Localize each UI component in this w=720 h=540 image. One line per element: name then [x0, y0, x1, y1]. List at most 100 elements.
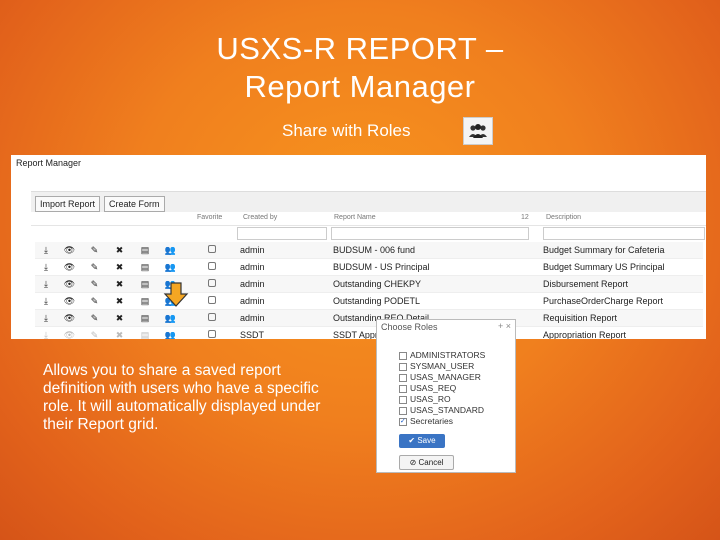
table-row: ⤓ 👁 ✎ ✖ ▤ 👥 admin BUDSUM - 006 fund Budget Summa…: [35, 242, 703, 259]
role-option[interactable]: SYSMAN_USER: [399, 361, 485, 372]
delete-icon[interactable]: ✖: [107, 296, 132, 307]
dialog-controls[interactable]: + ×: [498, 321, 511, 331]
role-label: USAS_RO: [410, 394, 451, 404]
role-label: SYSMAN_USER: [410, 361, 475, 371]
table-row: ⤓👁✎✖▤👥adminOutstanding CHEKPYDisbursemen…: [35, 275, 703, 293]
share-roles-icon[interactable]: 👥: [158, 245, 183, 256]
share-roles-icon: [463, 117, 493, 145]
cancel-button[interactable]: ⊘ Cancel: [399, 455, 454, 470]
cell-created-by: admin: [240, 309, 333, 327]
save-label: Save: [417, 436, 436, 445]
role-option[interactable]: USAS_STANDARD: [399, 405, 485, 416]
share-roles-icon[interactable]: 👥: [158, 330, 183, 340]
view-icon[interactable]: 👁: [57, 245, 82, 256]
save-check-icon: ✔: [408, 436, 418, 445]
delete-icon[interactable]: ✖: [107, 245, 132, 256]
document-icon[interactable]: ▤: [132, 262, 158, 273]
role-checkbox[interactable]: [399, 362, 407, 371]
favorite-checkbox[interactable]: [207, 262, 216, 270]
header-favorite[interactable]: Favorite: [197, 214, 222, 221]
cell-description: Disbursement Report: [543, 275, 703, 293]
document-icon[interactable]: ▤: [132, 245, 158, 256]
role-label: USAS_REQ: [410, 383, 457, 393]
document-icon[interactable]: ▤: [132, 296, 158, 307]
header-created-by[interactable]: Created by: [243, 214, 277, 221]
share-roles-icon[interactable]: 👥: [158, 313, 183, 324]
view-icon[interactable]: 👁: [57, 313, 82, 324]
save-button[interactable]: ✔ Save: [399, 434, 445, 448]
cell-description: Budget Summary US Principal: [543, 258, 703, 276]
favorite-checkbox[interactable]: [207, 296, 216, 304]
cell-description: Requisition Report: [543, 309, 703, 327]
import-report-button[interactable]: Import Report: [35, 196, 101, 212]
download-icon[interactable]: ⤓: [35, 296, 57, 307]
table-row: ⤓ 👁 ✎ ✖ ▤ 👥 admin BUDSUM - US Principal Budget S…: [35, 258, 703, 276]
favorite-checkbox[interactable]: [207, 330, 216, 338]
description-filter[interactable]: [543, 227, 705, 240]
slide-title-line1: USXS-R REPORT –: [216, 31, 504, 66]
cell-description: PurchaseOrderCharge Report: [543, 292, 703, 310]
delete-icon[interactable]: ✖: [107, 313, 132, 324]
edit-icon[interactable]: ✎: [82, 279, 107, 290]
created-by-filter[interactable]: [237, 227, 327, 240]
grid-header: Favorite Created by Report Name 12 Descr…: [31, 211, 706, 226]
delete-icon[interactable]: ✖: [107, 330, 132, 340]
favorite-checkbox[interactable]: [207, 245, 216, 253]
slide-title-line2: Report Manager: [244, 69, 476, 104]
favorite-checkbox[interactable]: [207, 313, 216, 321]
report-name-filter[interactable]: [331, 227, 529, 240]
cell-report-name: Outstanding CHEKPY: [333, 275, 543, 293]
role-label: USAS_STANDARD: [410, 405, 484, 415]
edit-icon[interactable]: ✎: [82, 262, 107, 273]
role-checkbox[interactable]: ✓: [399, 417, 407, 426]
table-row: ⤓ 👁 ✎ ✖ ▤ 👥 admin Outstanding REQ Detail Requisi…: [35, 309, 703, 327]
cell-created-by: admin: [240, 242, 333, 259]
cell-created-by: admin: [240, 258, 333, 276]
create-form-button[interactable]: Create Form: [104, 196, 165, 212]
download-icon[interactable]: ⤓: [35, 313, 57, 324]
view-icon[interactable]: 👁: [57, 262, 82, 273]
edit-icon[interactable]: ✎: [82, 245, 107, 256]
report-grid: ⤓ 👁 ✎ ✖ ▤ 👥 admin BUDSUM - 006 fund Budget Summa…: [35, 242, 703, 339]
download-icon[interactable]: ⤓: [35, 279, 57, 290]
delete-icon[interactable]: ✖: [107, 262, 132, 273]
role-checkbox[interactable]: [399, 395, 407, 404]
share-roles-icon[interactable]: 👥: [158, 262, 183, 273]
role-option[interactable]: ADMINISTRATORS: [399, 350, 485, 361]
delete-icon[interactable]: ✖: [107, 279, 132, 290]
favorite-checkbox[interactable]: [207, 279, 216, 287]
role-option[interactable]: USAS_REQ: [399, 383, 485, 394]
role-checkbox[interactable]: [399, 373, 407, 382]
view-icon[interactable]: 👁: [57, 279, 82, 290]
edit-icon[interactable]: ✎: [82, 330, 107, 340]
filter-row: [31, 225, 706, 241]
role-checkbox[interactable]: [399, 384, 407, 393]
document-icon[interactable]: ▤: [132, 313, 158, 324]
report-manager-screenshot: Report Manager Import Report Create Form…: [11, 155, 706, 339]
down-arrow-icon: [163, 282, 189, 307]
cancel-label: Cancel: [418, 458, 444, 467]
table-row: ⤓ 👁 ✎ ✖ ▤ 👥 SSDT SSDT Appr Appropriation Report: [35, 326, 703, 340]
document-icon[interactable]: ▤: [132, 279, 158, 290]
role-checkbox[interactable]: [399, 351, 407, 360]
download-icon[interactable]: ⤓: [35, 245, 57, 256]
role-option[interactable]: USAS_MANAGER: [399, 372, 485, 383]
download-icon[interactable]: ⤓: [35, 330, 57, 340]
edit-icon[interactable]: ✎: [82, 296, 107, 307]
role-checkbox[interactable]: [399, 406, 407, 415]
download-icon[interactable]: ⤓: [35, 262, 57, 273]
cell-report-name: BUDSUM - US Principal: [333, 258, 543, 276]
cell-created-by: admin: [240, 275, 333, 293]
slide-subtitle: Share with Roles: [282, 121, 411, 140]
choose-roles-title: Choose Roles: [381, 322, 438, 332]
role-label: ADMINISTRATORS: [410, 350, 486, 360]
view-icon[interactable]: 👁: [57, 296, 82, 307]
edit-icon[interactable]: ✎: [82, 313, 107, 324]
table-row: ⤓👁✎✖▤👥adminOutstanding PODETLPurchaseOrd…: [35, 292, 703, 310]
role-option[interactable]: USAS_RO: [399, 394, 485, 405]
view-icon[interactable]: 👁: [57, 330, 82, 340]
header-report-name[interactable]: Report Name: [334, 214, 376, 221]
role-option[interactable]: ✓ Secretaries: [399, 416, 485, 427]
document-icon[interactable]: ▤: [132, 330, 158, 340]
header-description[interactable]: Description: [546, 214, 581, 221]
